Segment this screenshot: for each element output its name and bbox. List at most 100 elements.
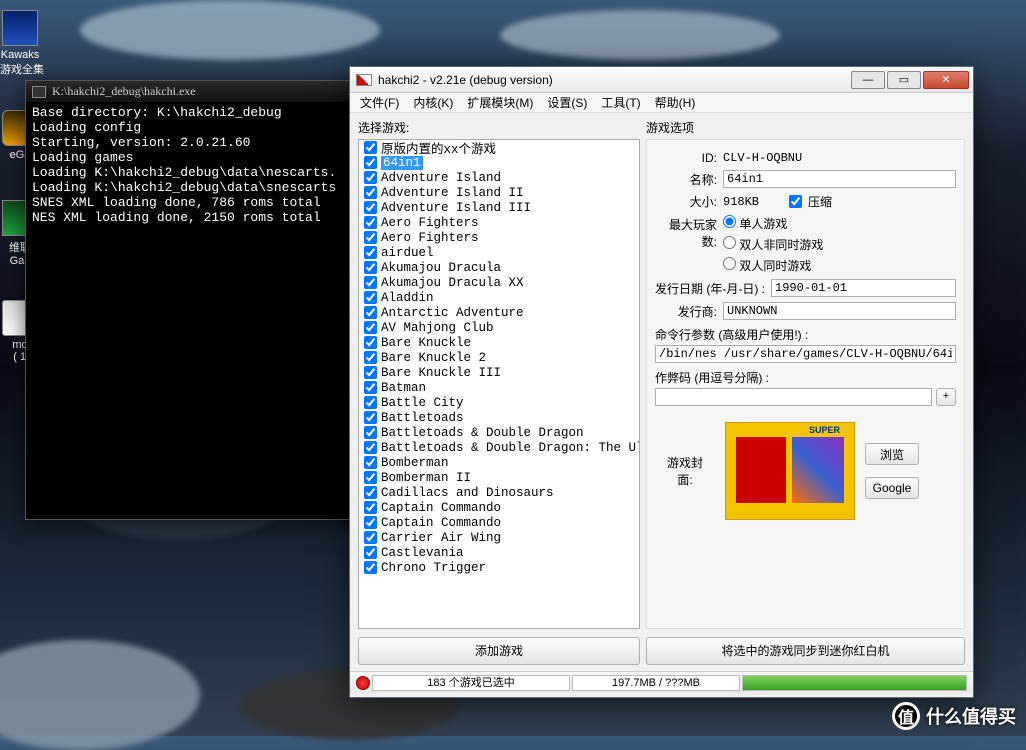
list-item[interactable]: Battletoads & Double Dragon (359, 425, 639, 440)
list-item[interactable]: Castlevania (359, 545, 639, 560)
game-checkbox[interactable] (364, 426, 377, 439)
name-label: 名称: (655, 171, 717, 188)
list-item[interactable]: Bomberman (359, 455, 639, 470)
list-item[interactable]: Antarctic Adventure (359, 305, 639, 320)
game-name: Bomberman II (381, 471, 471, 485)
players-radio-2p-sim[interactable] (723, 257, 736, 270)
game-checkbox[interactable] (364, 216, 377, 229)
game-checkbox[interactable] (364, 186, 377, 199)
list-item[interactable]: Adventure Island III (359, 200, 639, 215)
game-name: Adventure Island III (381, 201, 531, 215)
cover-image[interactable]: SUPER (725, 422, 855, 520)
compress-checkbox[interactable] (789, 195, 802, 208)
desktop-icon-kawaks[interactable]: Kawaks 游戏全集 (0, 10, 40, 77)
game-name: Akumajou Dracula (381, 261, 501, 275)
game-name: Akumajou Dracula XX (381, 276, 524, 290)
minimize-button[interactable]: — (851, 71, 885, 89)
cmdline-label: 命令行参数 (高级用户使用!) : (655, 326, 956, 343)
list-item[interactable]: Akumajou Dracula XX (359, 275, 639, 290)
game-checkbox[interactable] (364, 231, 377, 244)
list-item[interactable]: Adventure Island (359, 170, 639, 185)
menu-extensions[interactable]: 扩展模块(M) (467, 94, 533, 111)
game-checkbox[interactable] (364, 246, 377, 259)
game-checkbox[interactable] (364, 486, 377, 499)
list-item[interactable]: Chrono Trigger (359, 560, 639, 575)
game-checkbox[interactable] (364, 321, 377, 334)
list-item[interactable]: Bare Knuckle (359, 335, 639, 350)
list-item[interactable]: AV Mahjong Club (359, 320, 639, 335)
list-item[interactable]: Aero Fighters (359, 215, 639, 230)
desktop-icon-label: Kawaks 游戏全集 (0, 49, 40, 77)
cheat-add-button[interactable]: + (936, 388, 956, 406)
game-checkbox[interactable] (364, 516, 377, 529)
list-item[interactable]: Carrier Air Wing (359, 530, 639, 545)
list-item[interactable]: Bare Knuckle 2 (359, 350, 639, 365)
game-name: Castlevania (381, 546, 464, 560)
menu-kernel[interactable]: 内核(K) (413, 94, 453, 111)
cheat-input[interactable] (655, 388, 932, 406)
list-item[interactable]: Captain Commando (359, 500, 639, 515)
name-input[interactable] (723, 170, 956, 188)
google-button[interactable]: Google (865, 477, 919, 499)
list-item[interactable]: Battle City (359, 395, 639, 410)
players-radio-1p[interactable] (723, 215, 736, 228)
menu-tools[interactable]: 工具(T) (601, 94, 640, 111)
game-checkbox[interactable] (364, 366, 377, 379)
game-checkbox[interactable] (364, 156, 377, 169)
list-item[interactable]: Battletoads (359, 410, 639, 425)
list-item[interactable]: Bare Knuckle III (359, 365, 639, 380)
menu-file[interactable]: 文件(F) (360, 94, 399, 111)
list-item[interactable]: Batman (359, 380, 639, 395)
list-item[interactable]: Captain Commando (359, 515, 639, 530)
cheat-label: 作弊码 (用逗号分隔) : (655, 369, 956, 386)
game-checkbox[interactable] (364, 306, 377, 319)
publisher-input[interactable] (723, 302, 956, 320)
list-item[interactable]: 原版内置的xx个游戏 (359, 140, 639, 155)
game-checkbox[interactable] (364, 381, 377, 394)
add-games-button[interactable]: 添加游戏 (358, 637, 640, 665)
date-input[interactable] (771, 279, 956, 297)
game-checkbox[interactable] (364, 291, 377, 304)
list-item[interactable]: Bomberman II (359, 470, 639, 485)
list-item[interactable]: Adventure Island II (359, 185, 639, 200)
game-checkbox[interactable] (364, 411, 377, 424)
sync-button[interactable]: 将选中的游戏同步到迷你红白机 (646, 637, 965, 665)
game-name: Bare Knuckle 2 (381, 351, 486, 365)
menu-settings[interactable]: 设置(S) (547, 94, 587, 111)
game-checkbox[interactable] (364, 396, 377, 409)
list-item[interactable]: Battletoads & Double Dragon: The Ul... (359, 440, 639, 455)
console-icon (32, 86, 46, 98)
players-radio-2p-alt[interactable] (723, 236, 736, 249)
game-checkbox[interactable] (364, 351, 377, 364)
list-item[interactable]: Cadillacs and Dinosaurs (359, 485, 639, 500)
game-checkbox[interactable] (364, 141, 377, 154)
game-checkbox[interactable] (364, 546, 377, 559)
game-checkbox[interactable] (364, 171, 377, 184)
maximize-button[interactable]: ▭ (887, 71, 921, 89)
game-checkbox[interactable] (364, 201, 377, 214)
browse-button[interactable]: 浏览 (865, 443, 919, 465)
game-list[interactable]: 原版内置的xx个游戏64in1Adventure IslandAdventure… (358, 139, 640, 629)
titlebar[interactable]: hakchi2 - v2.21e (debug version) — ▭ ✕ (350, 67, 973, 93)
menu-help[interactable]: 帮助(H) (655, 94, 696, 111)
menubar: 文件(F) 内核(K) 扩展模块(M) 设置(S) 工具(T) 帮助(H) (350, 93, 973, 113)
list-item[interactable]: Aero Fighters (359, 230, 639, 245)
game-checkbox[interactable] (364, 471, 377, 484)
game-checkbox[interactable] (364, 456, 377, 469)
cmdline-input[interactable] (655, 345, 956, 363)
game-checkbox[interactable] (364, 336, 377, 349)
list-item[interactable]: Akumajou Dracula (359, 260, 639, 275)
game-name: Bomberman (381, 456, 449, 470)
game-checkbox[interactable] (364, 261, 377, 274)
game-checkbox[interactable] (364, 561, 377, 574)
list-item[interactable]: 64in1 (359, 155, 639, 170)
close-button[interactable]: ✕ (923, 71, 969, 89)
list-item[interactable]: airduel (359, 245, 639, 260)
list-item[interactable]: Aladdin (359, 290, 639, 305)
game-name: Battletoads & Double Dragon (381, 426, 584, 440)
game-checkbox[interactable] (364, 501, 377, 514)
console-title: K:\hakchi2_debug\hakchi.exe (52, 84, 196, 99)
game-checkbox[interactable] (364, 276, 377, 289)
game-checkbox[interactable] (364, 531, 377, 544)
game-checkbox[interactable] (364, 441, 377, 454)
